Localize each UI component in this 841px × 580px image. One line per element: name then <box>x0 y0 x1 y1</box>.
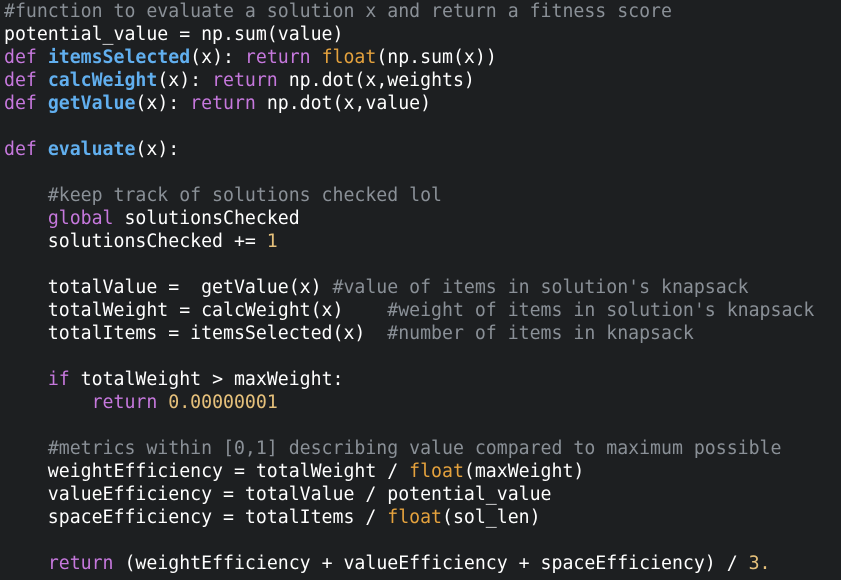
code-comment: #number of items in knapsack <box>387 323 694 344</box>
code-builtin: float <box>409 461 464 482</box>
code-number: 1 <box>266 231 278 252</box>
code-line: spaceEfficiency = totalItems / float(sol… <box>4 506 841 529</box>
code-line: #metrics within [0,1] describing value c… <box>4 437 841 460</box>
code-text: (x): <box>190 47 245 68</box>
code-text: (maxWeight) <box>463 461 585 482</box>
code-keyword: def <box>4 47 48 68</box>
code-text: weightEfficiency = totalWeight / <box>4 461 410 482</box>
code-keyword: return <box>212 70 289 91</box>
code-line: return 0.00000001 <box>4 391 841 414</box>
code-text: np.dot(x,weights) <box>288 70 475 91</box>
code-keyword: global <box>47 208 125 229</box>
code-builtin: float <box>387 507 442 528</box>
code-builtin: float <box>321 47 377 68</box>
code-text: valueEfficiency = totalValue / potential… <box>4 484 552 505</box>
code-line: #function to evaluate a solution x and r… <box>4 0 841 23</box>
code-line: def getValue(x): return np.dot(x,value) <box>4 92 841 115</box>
code-function-name: evaluate <box>47 139 136 160</box>
code-line: def calcWeight(x): return np.dot(x,weigh… <box>4 69 841 92</box>
code-line: def evaluate(x): <box>4 138 841 161</box>
code-text: totalValue = getValue(x) <box>4 277 333 298</box>
code-keyword: if <box>47 369 81 390</box>
code-line: if totalWeight > maxWeight: <box>4 368 841 391</box>
code-line: def itemsSelected(x): return float(np.su… <box>4 46 841 69</box>
code-number: 0.00000001 <box>168 392 278 413</box>
code-line: totalWeight = calcWeight(x) #weight of i… <box>4 299 841 322</box>
code-number: 3. <box>748 553 771 574</box>
code-keyword: def <box>4 139 48 160</box>
code-comment: #weight of items in solution's knapsack <box>387 300 815 321</box>
code-line: totalItems = itemsSelected(x) #number of… <box>4 322 841 345</box>
code-editor[interactable]: #function to evaluate a solution x and r… <box>4 0 841 580</box>
code-text: (x): <box>157 70 213 91</box>
code-text: (x): <box>135 93 191 114</box>
code-function-name: getValue <box>47 93 136 114</box>
code-comment: #metrics within [0,1] describing value c… <box>47 438 782 459</box>
code-keyword: return <box>47 553 125 574</box>
code-line: return (weightEfficiency + valueEfficien… <box>4 552 841 575</box>
code-line: #keep track of solutions checked lol <box>4 184 841 207</box>
code-function-name: calcWeight <box>47 70 158 91</box>
code-keyword: def <box>4 93 48 114</box>
code-line: solutionsChecked += 1 <box>4 230 841 253</box>
code-text: totalWeight = calcWeight(x) <box>4 300 388 321</box>
code-text: (np.sum(x)) <box>376 47 497 68</box>
code-text: totalItems = itemsSelected(x) <box>4 323 388 344</box>
code-keyword: def <box>4 70 48 91</box>
code-keyword: return <box>190 93 267 114</box>
code-function-name: itemsSelected <box>47 47 191 68</box>
code-keyword: return <box>91 392 169 413</box>
code-line: totalValue = getValue(x) #value of items… <box>4 276 841 299</box>
code-comment: #value of items in solution's knapsack <box>332 277 749 298</box>
code-line: weightEfficiency = totalWeight / float(m… <box>4 460 841 483</box>
code-text: (x): <box>135 139 180 160</box>
code-line: valueEfficiency = totalValue / potential… <box>4 483 841 506</box>
code-line: global solutionsChecked <box>4 207 841 230</box>
code-text: totalWeight > maxWeight: <box>80 369 344 390</box>
code-text: spaceEfficiency = totalItems / <box>4 507 388 528</box>
code-comment: #keep track of solutions checked lol <box>47 185 443 206</box>
code-text: solutionsChecked += <box>4 231 267 252</box>
code-text: potential_value = np.sum(value) <box>4 24 344 45</box>
code-text: (weightEfficiency + valueEfficiency + sp… <box>124 553 749 574</box>
code-keyword: return <box>244 47 322 68</box>
code-line: potential_value = np.sum(value) <box>4 23 841 46</box>
code-text: solutionsChecked <box>124 208 300 229</box>
code-text: (sol_len) <box>442 507 541 528</box>
code-text: np.dot(x,value) <box>266 93 432 114</box>
code-comment: #function to evaluate a solution x and r… <box>4 1 672 22</box>
